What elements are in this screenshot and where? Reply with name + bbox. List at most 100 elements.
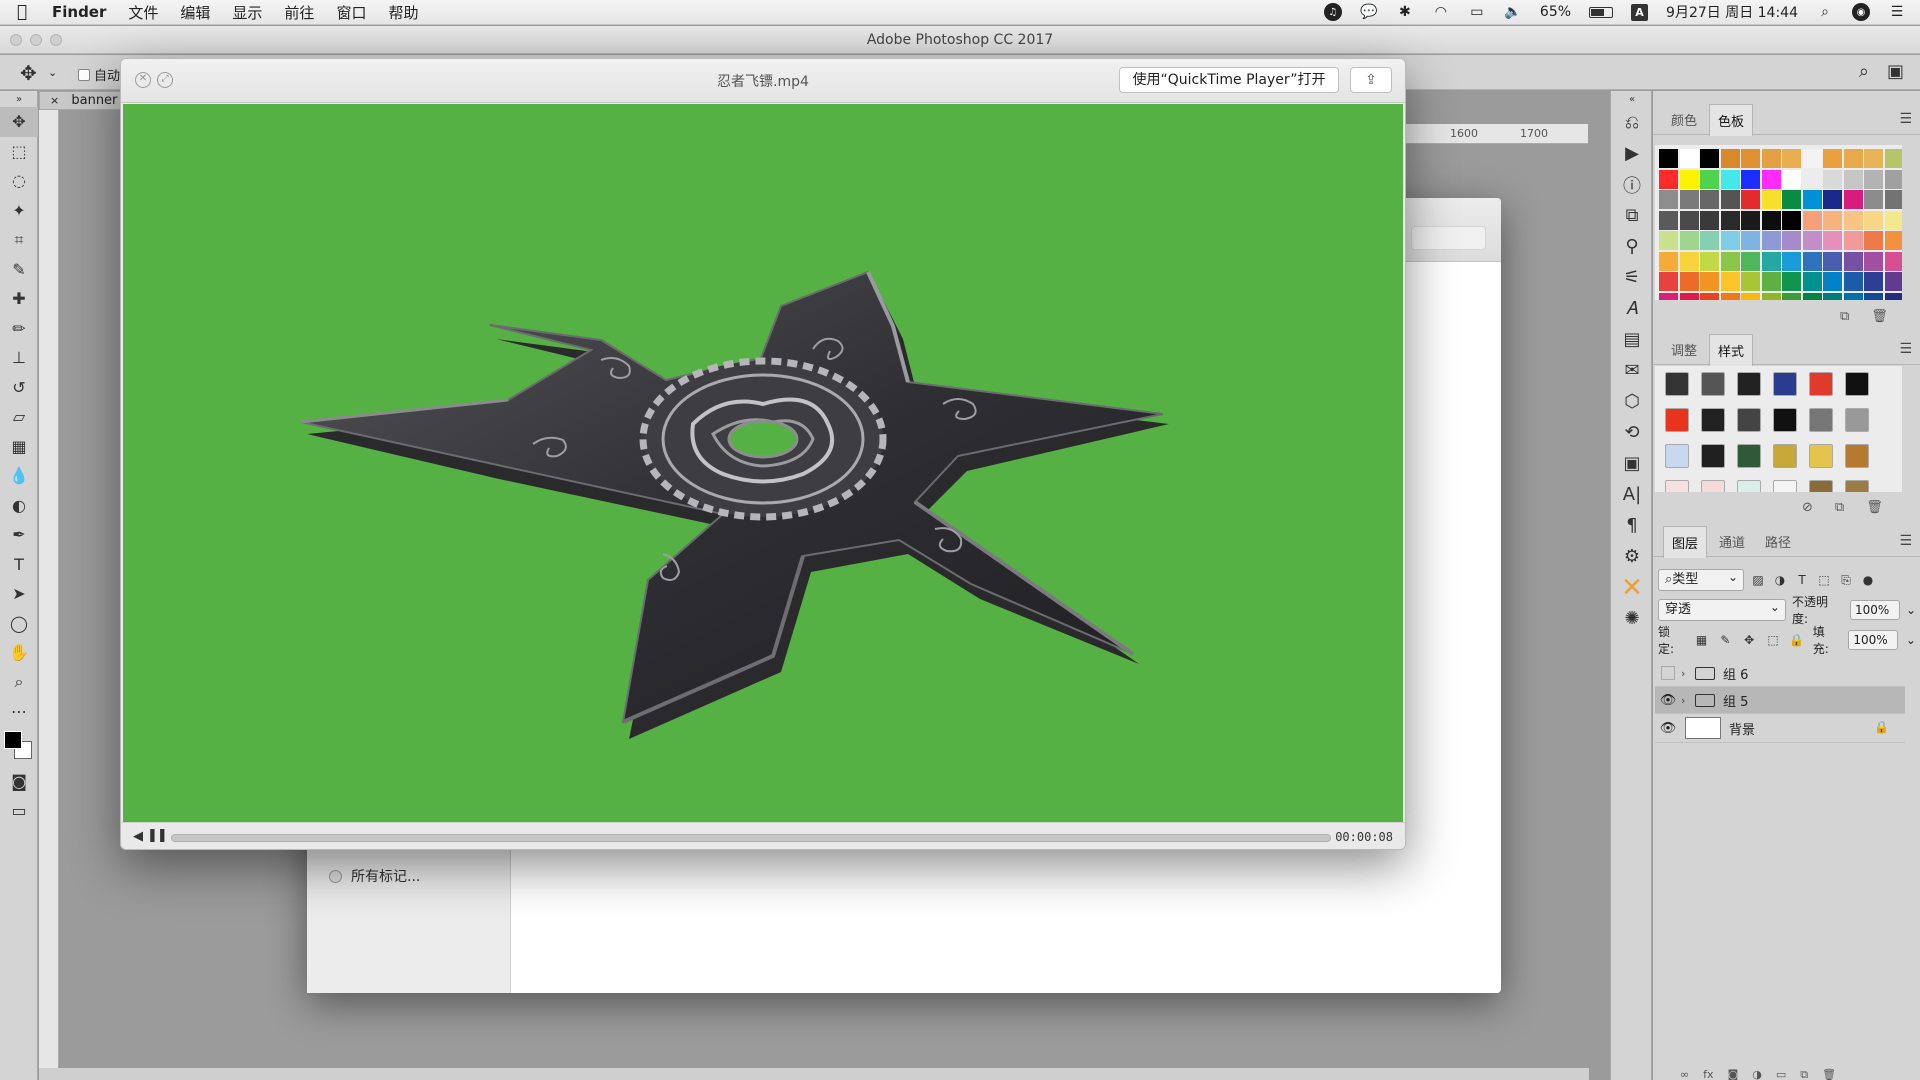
lock-transparent-icon[interactable]: ▦ [1694,632,1710,648]
color-swatch[interactable] [1720,149,1740,168]
tab-color[interactable]: 颜色 [1663,104,1705,135]
character-styles-icon[interactable]: 𝐴 [1611,293,1653,324]
color-swatch[interactable] [1802,210,1822,230]
color-swatch[interactable] [1659,251,1678,271]
color-swatch[interactable] [1720,169,1740,189]
color-swatch[interactable] [1720,210,1740,230]
all-tags-item[interactable]: 所有标记... [329,866,420,886]
color-swatch[interactable] [1679,169,1699,189]
foreground-color[interactable] [4,730,22,749]
color-swatch[interactable] [1802,292,1822,300]
pause-button[interactable]: ❚❚ [147,828,168,843]
color-swatch[interactable] [1761,251,1781,271]
filter-adjustment-icon[interactable]: ◑ [1772,572,1788,588]
delete-style-icon[interactable]: 🗑 [1866,500,1883,515]
color-swatch[interactable] [1884,292,1902,300]
color-swatch[interactable] [1782,210,1801,230]
finder-search-field[interactable] [1411,226,1486,250]
color-swatch[interactable] [1720,251,1740,271]
timeline-panel-icon[interactable]: ⟲ [1611,417,1653,448]
tab-channels[interactable]: 通道 [1711,526,1753,557]
color-swatch[interactable] [1823,292,1842,300]
bluetooth-icon[interactable]: ✱ [1396,4,1414,20]
color-swatch[interactable] [1823,231,1842,250]
style-preset[interactable] [1701,408,1725,432]
color-swatch[interactable] [1864,190,1883,209]
info-panel-icon[interactable]: ⓘ [1611,169,1653,200]
properties-panel-icon[interactable]: ⧉ [1611,200,1653,231]
open-with-quicktime-button[interactable]: 使用“QuickTime Player”打开 [1119,67,1339,93]
color-swatch[interactable] [1679,149,1699,168]
color-swatch[interactable] [1659,149,1678,168]
eraser-tool[interactable]: ▱ [0,402,38,432]
color-swatch[interactable] [1761,210,1781,230]
color-swatch[interactable] [1679,251,1699,271]
color-swatch[interactable] [1843,190,1863,209]
lasso-tool[interactable]: ◌ [0,166,38,196]
layer-name[interactable]: 组 6 [1723,664,1748,683]
menu-file[interactable]: 文件 [128,2,158,23]
plugin-panel-icon[interactable]: ⚙ [1611,541,1653,572]
color-swatch[interactable] [1761,272,1781,291]
airplay-icon[interactable]: ▭ [1468,4,1486,20]
color-swatch[interactable] [1864,231,1883,250]
history-panel-icon[interactable]: ⎌ [1611,107,1653,138]
color-swatch[interactable] [1659,292,1678,300]
close-tab-icon[interactable]: × [50,94,59,107]
color-swatch[interactable] [1864,292,1883,300]
style-preset[interactable] [1737,480,1761,492]
panel-collapse-icon[interactable]: « [1611,91,1653,107]
style-preset[interactable] [1845,408,1869,432]
new-group-icon[interactable]: ▭ [1776,1068,1786,1080]
color-swatch[interactable] [1884,169,1902,189]
ps-zoom-button[interactable] [50,34,62,46]
tab-adjustments[interactable]: 调整 [1663,334,1705,365]
style-preset[interactable] [1665,480,1689,492]
notes-panel-icon[interactable]: ✉ [1611,355,1653,386]
hand-tool[interactable]: ✋ [0,638,38,668]
tab-swatches[interactable]: 色板 [1709,103,1754,136]
color-swatch[interactable] [1741,190,1760,209]
color-swatch[interactable] [1843,169,1863,189]
color-swatch[interactable] [1741,251,1760,271]
layer-row-background[interactable]: 👁 背景 🔒 [1655,714,1905,743]
color-swatch[interactable] [1802,231,1822,250]
fill-field[interactable]: 100% [1848,630,1898,650]
menu-edit[interactable]: 编辑 [180,2,210,23]
color-swatch[interactable] [1761,292,1781,300]
volume-icon[interactable]: 🔈 [1504,4,1522,20]
style-preset[interactable] [1737,444,1761,468]
color-swatch[interactable] [1782,251,1801,271]
move-tool-icon[interactable]: ✥ [20,61,37,85]
ellipse-tool[interactable]: ◯ [0,609,38,639]
share-button[interactable]: ⇪ [1350,67,1392,93]
filter-pixel-icon[interactable]: ▨ [1750,572,1766,588]
ps-close-button[interactable] [10,34,22,46]
style-preset[interactable] [1701,444,1725,468]
style-preset[interactable] [1773,480,1797,492]
netease-music-icon[interactable]: ♫ [1323,3,1342,21]
paragraph-styles-icon[interactable]: ▤ [1611,324,1653,355]
color-swatch[interactable] [1761,169,1781,189]
blur-tool[interactable]: 💧 [0,461,38,491]
color-swatch[interactable] [1741,210,1760,230]
color-swatch[interactable] [1843,210,1863,230]
menu-view[interactable]: 显示 [232,2,262,23]
path-selection-tool[interactable]: ➤ [0,579,38,609]
color-swatch[interactable] [1884,210,1902,230]
style-preset[interactable] [1773,372,1797,396]
color-swatch[interactable] [1823,210,1842,230]
filter-shape-icon[interactable]: ⬚ [1816,572,1832,588]
3d-panel-icon[interactable]: ⬡ [1611,386,1653,417]
pen-tool[interactable]: ✒ [0,520,38,550]
style-preset[interactable] [1665,372,1689,396]
delete-layer-icon[interactable]: 🗑 [1822,1068,1836,1080]
clock[interactable]: 9月27日 周日 14:44 [1666,2,1798,22]
color-swatch[interactable] [1884,190,1902,209]
color-swatch[interactable] [1802,190,1822,209]
link-layers-icon[interactable]: ∞ [1680,1068,1689,1080]
color-swatch[interactable] [1679,210,1699,230]
color-swatch[interactable] [1720,231,1740,250]
color-swatch[interactable] [1782,169,1801,189]
auto-select-checkbox[interactable]: 自动 [78,65,120,84]
